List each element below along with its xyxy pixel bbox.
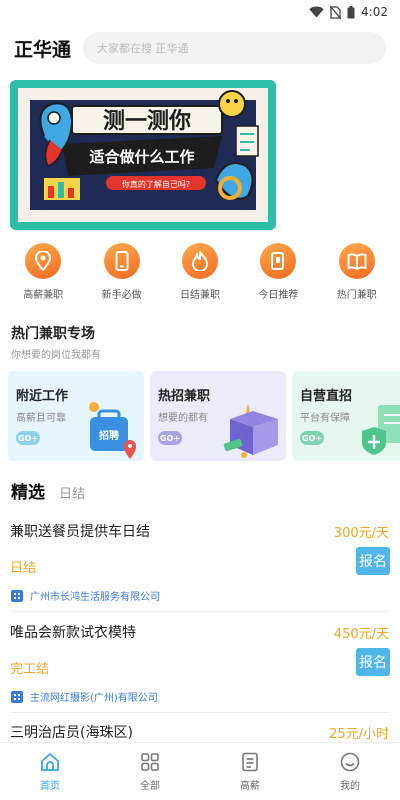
quick-item-daily-pay[interactable]: 日结兼职 (165, 243, 235, 307)
hot-card-list: 附近工作 高薪且可靠 GO+ 招聘 热招兼职 想要的都有 GO+ 自营直招 平台… (8, 371, 400, 461)
recruit-bag-label: 招聘 (99, 429, 119, 442)
grid-icon (141, 753, 159, 771)
search-input[interactable]: 大家都在搜 正华通 (83, 32, 386, 64)
flame-icon (181, 243, 218, 279)
job-tabs: 精选 日结 (11, 478, 85, 503)
quick-item-newbie[interactable]: 新手必做 (87, 243, 157, 307)
wifi-icon (309, 6, 324, 18)
go-badge: GO+ (300, 431, 324, 445)
no-sim-icon (330, 5, 342, 19)
app-title: 正华通 (14, 38, 72, 61)
banner-art: 测一测你 适合做什么工作 你真的了解自己吗? (10, 80, 276, 230)
hot-card-hot-hiring[interactable]: 热招兼职 想要的都有 GO+ (150, 371, 286, 461)
map-pin-icon (25, 243, 62, 279)
job-title: 唯品会新款试衣模特 (10, 625, 136, 641)
banner-tagline: 你真的了解自己吗? (122, 179, 190, 189)
home-icon (41, 753, 59, 771)
hot-section-title: 热门兼职专场 (11, 326, 95, 342)
tab-daily[interactable]: 日结 (59, 483, 85, 502)
building-icon (11, 690, 23, 703)
quick-nav: 高薪兼职 新手必做 日结兼职 今日推荐 热门兼职 (0, 243, 400, 307)
gift-box-icon (223, 403, 278, 458)
status-bar: 4:02 (0, 0, 400, 24)
cards-icon (260, 243, 297, 279)
quick-item-today[interactable]: 今日推荐 (243, 243, 313, 307)
nav-home[interactable]: 首页 (15, 751, 85, 792)
nav-all[interactable]: 全部 (115, 751, 185, 792)
go-badge: GO+ (158, 431, 182, 445)
promo-banner[interactable]: 测一测你 适合做什么工作 你真的了解自己吗? (10, 80, 276, 230)
quick-item-high-pay[interactable]: 高薪兼职 (8, 243, 78, 307)
company-name: 主流网红摄影(广州)有限公司 (30, 693, 158, 704)
job-salary: 450元/天 (333, 627, 389, 642)
quick-item-label: 新手必做 (101, 290, 142, 301)
go-badge: GO+ (16, 431, 40, 445)
job-item[interactable]: 兼职送餐员提供车日结 300元/天 日结 报名 广州市长鸿生活服务有限公司 (0, 521, 400, 613)
smile-icon (340, 752, 360, 772)
nav-label: 首页 (40, 781, 60, 792)
search-placeholder: 大家都在搜 正华通 (97, 42, 189, 55)
job-settlement-type: 日结 (10, 561, 37, 576)
bottom-nav: 首页 全部 高薪 我的 (0, 742, 400, 800)
nav-profile[interactable]: 我的 (315, 751, 385, 792)
header: 正华通 大家都在搜 正华通 (0, 30, 400, 66)
nav-label: 高薪 (240, 781, 260, 792)
job-settlement-type: 完工结 (10, 662, 50, 677)
quick-item-popular[interactable]: 热门兼职 (322, 243, 392, 307)
job-item[interactable]: 唯品会新款试衣模特 450元/天 完工结 报名 主流网红摄影(广州)有限公司 (0, 622, 400, 714)
nav-label: 我的 (340, 781, 360, 792)
recruit-bag-icon: 招聘 (89, 402, 136, 459)
quick-item-label: 今日推荐 (258, 290, 299, 301)
book-icon (338, 243, 375, 279)
apply-button[interactable]: 报名 (356, 648, 390, 676)
hot-section-subtitle: 你想要的岗位我都有 (11, 350, 101, 361)
nav-label: 全部 (140, 781, 160, 792)
job-salary: 25元/小时 (329, 727, 389, 742)
phone-icon (103, 243, 140, 279)
quick-item-label: 热门兼职 (336, 290, 377, 301)
battery-icon (347, 5, 355, 18)
tab-featured[interactable]: 精选 (11, 478, 45, 503)
status-time: 4:02 (361, 5, 388, 19)
company-info: 广州市长鸿生活服务有限公司 (10, 588, 160, 603)
company-name: 广州市长鸿生活服务有限公司 (30, 592, 160, 603)
quick-item-label: 日结兼职 (179, 290, 220, 301)
quick-item-label: 高薪兼职 (23, 290, 64, 301)
job-salary: 300元/天 (333, 526, 389, 541)
building-icon (11, 589, 23, 602)
shield-document-icon (362, 405, 400, 455)
hot-card-self-operated[interactable]: 自营直招 平台有保障 GO+ (292, 371, 400, 461)
apply-button[interactable]: 报名 (356, 547, 390, 575)
divider (10, 712, 390, 713)
company-info: 主流网红摄影(广州)有限公司 (10, 689, 158, 704)
job-item[interactable]: 三明治店员(海珠区) 25元/小时 (0, 722, 400, 742)
job-title: 兼职送餐员提供车日结 (10, 524, 150, 540)
hot-card-nearby[interactable]: 附近工作 高薪且可靠 GO+ 招聘 (8, 371, 144, 461)
nav-high-pay[interactable]: 高薪 (215, 751, 285, 792)
list-icon (242, 752, 258, 772)
job-title: 三明治店员(海珠区) (10, 725, 133, 741)
divider (10, 611, 390, 612)
banner-headline: 测一测你 (103, 109, 191, 134)
banner-subline: 适合做什么工作 (89, 148, 194, 166)
